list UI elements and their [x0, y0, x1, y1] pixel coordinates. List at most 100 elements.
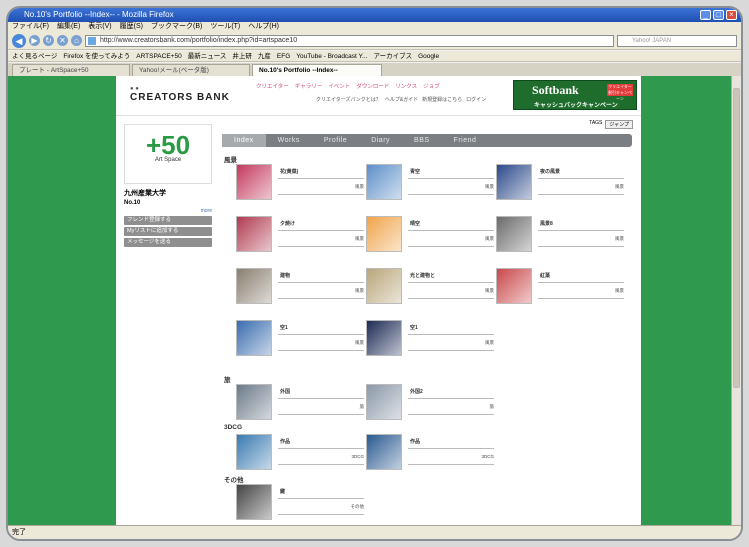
site-logo[interactable]: ● ● CREATORS BANK — [130, 86, 230, 103]
browser-tab[interactable]: プレート - ArtSpace+50 — [12, 64, 130, 76]
work-title[interactable]: 紅葉 — [540, 272, 550, 279]
subnav-help[interactable]: ヘルプ&ガイド — [385, 96, 418, 103]
tab-works[interactable]: Works — [266, 134, 312, 147]
bookmark-item[interactable]: YouTube - Broadcast Y... — [296, 51, 367, 61]
send-message-button[interactable]: メッセージを送る — [124, 238, 212, 247]
work-title[interactable]: 晴空 — [410, 220, 420, 227]
work-thumbnail[interactable] — [366, 216, 402, 252]
nav-event[interactable]: イベント — [328, 82, 350, 90]
browser-tab-active[interactable]: No.10's Portfolio --Index-- — [252, 64, 382, 76]
work-item[interactable]: 作品 3DCG — [366, 434, 494, 478]
work-thumbnail[interactable] — [496, 164, 532, 200]
work-title[interactable]: 風景8 — [540, 220, 553, 227]
nav-gallery[interactable]: ギャラリー — [295, 82, 323, 90]
back-icon[interactable]: ◀ — [12, 33, 26, 48]
nav-links[interactable]: リンクス — [395, 82, 417, 90]
url-input[interactable]: http://www.creatorsbank.com/portfolio/in… — [85, 34, 614, 47]
work-title[interactable]: 作品 — [410, 438, 420, 445]
add-friend-button[interactable]: フレンド登録する — [124, 216, 212, 225]
work-title[interactable]: 鍵 — [280, 488, 285, 495]
work-title[interactable]: 作品 — [280, 438, 290, 445]
vertical-scrollbar[interactable] — [731, 76, 741, 526]
work-thumbnail[interactable] — [236, 216, 272, 252]
tab-index[interactable]: Index — [222, 134, 266, 147]
bookmark-item[interactable]: Google — [418, 51, 439, 61]
work-title[interactable]: 空1 — [280, 324, 288, 331]
menu-bookmarks[interactable]: ブックマーク(B) — [151, 22, 202, 32]
subnav-about[interactable]: クリエイターズバンクとは？ — [316, 96, 381, 103]
bookmark-item[interactable]: 井上研 — [232, 51, 252, 61]
work-title[interactable]: 夕焼け — [280, 220, 295, 227]
subnav-register[interactable]: 新規登録はこちら — [422, 96, 462, 103]
add-mylist-button[interactable]: Myリストに追加する — [124, 227, 212, 236]
work-item[interactable]: 風景8 風景 — [496, 216, 624, 260]
nav-creator[interactable]: クリエイター — [256, 82, 289, 90]
work-item[interactable]: 紅葉 風景 — [496, 268, 624, 312]
work-item[interactable]: 青空 風景 — [366, 164, 494, 208]
work-thumbnail[interactable] — [496, 268, 532, 304]
work-item[interactable]: 鍵その他 — [236, 484, 364, 526]
work-title[interactable]: 夜の風景 — [540, 168, 560, 175]
work-item[interactable]: 夜の風景 風景 — [496, 164, 624, 208]
tab-friend[interactable]: Friend — [442, 134, 489, 147]
work-thumbnail[interactable] — [236, 320, 272, 356]
reload-icon[interactable]: ↻ — [43, 35, 54, 46]
work-thumbnail[interactable] — [236, 484, 272, 520]
work-thumbnail[interactable] — [366, 384, 402, 420]
work-title[interactable]: 建物 — [280, 272, 290, 279]
work-item[interactable]: 夕焼け 風景 — [236, 216, 364, 260]
work-thumbnail[interactable] — [236, 384, 272, 420]
work-thumbnail[interactable] — [366, 320, 402, 356]
menu-view[interactable]: 表示(V) — [88, 22, 111, 32]
work-thumbnail[interactable] — [236, 164, 272, 200]
bookmark-item[interactable]: よく見るページ — [12, 51, 57, 61]
bookmark-item[interactable]: EFG — [277, 51, 290, 61]
browser-tab[interactable]: Yahoo!メール(ベータ版) — [132, 64, 250, 76]
home-icon[interactable]: ⌂ — [71, 35, 82, 46]
bookmark-item[interactable]: Firefox を使ってみよう — [63, 51, 130, 61]
close-icon[interactable]: × — [726, 10, 737, 20]
bookmark-item[interactable]: 最新ニュース — [188, 51, 227, 61]
work-title[interactable]: 外国 — [280, 388, 290, 395]
work-item[interactable]: 外国旅 — [236, 384, 364, 428]
work-thumbnail[interactable] — [366, 434, 402, 470]
tab-bbs[interactable]: BBS — [402, 134, 442, 147]
work-item[interactable]: 光と建物と 風景 — [366, 268, 494, 312]
stop-icon[interactable]: ✕ — [57, 35, 68, 46]
minimize-icon[interactable]: _ — [700, 10, 711, 20]
tab-profile[interactable]: Profile — [312, 134, 359, 147]
forward-icon[interactable]: ▶ — [29, 35, 40, 46]
more-link[interactable]: more — [124, 208, 212, 214]
bookmark-item[interactable]: アーカイブス — [373, 51, 412, 61]
tab-diary[interactable]: Diary — [359, 134, 402, 147]
work-title[interactable]: 空1 — [410, 324, 418, 331]
work-thumbnail[interactable] — [236, 268, 272, 304]
work-thumbnail[interactable] — [236, 434, 272, 470]
work-item[interactable]: 晴空 風景 — [366, 216, 494, 260]
maximize-icon[interactable]: □ — [713, 10, 724, 20]
menu-file[interactable]: ファイル(F) — [12, 22, 49, 32]
work-item[interactable]: 作品 3DCG — [236, 434, 364, 478]
tags-link[interactable]: TAGS — [589, 120, 602, 129]
work-thumbnail[interactable] — [496, 216, 532, 252]
menu-help[interactable]: ヘルプ(H) — [248, 22, 279, 32]
subnav-login[interactable]: ログイン — [466, 96, 486, 103]
work-item[interactable]: 空1 風景 — [366, 320, 494, 364]
work-title[interactable]: 青空 — [410, 168, 420, 175]
work-title[interactable]: 花(黄菜) — [280, 168, 298, 175]
menu-history[interactable]: 履歴(S) — [120, 22, 143, 32]
menu-tools[interactable]: ツール(T) — [210, 22, 240, 32]
work-title[interactable]: 光と建物と — [410, 272, 435, 279]
work-title[interactable]: 外国2 — [410, 388, 423, 395]
work-item[interactable]: 花(黄菜) 風景 — [236, 164, 364, 208]
softbank-banner[interactable]: Softbank キャッシュバックキャンペーン クリエイター割引キャンペーン — [513, 80, 637, 110]
work-item[interactable]: 建物 風景 — [236, 268, 364, 312]
work-thumbnail[interactable] — [366, 268, 402, 304]
work-item[interactable]: 外国2 旅 — [366, 384, 494, 428]
jump-button[interactable]: ジャンプ — [605, 120, 633, 129]
work-item[interactable]: 空1 風景 — [236, 320, 364, 364]
bookmark-item[interactable]: ARTSPACE+50 — [136, 51, 181, 61]
work-thumbnail[interactable] — [366, 164, 402, 200]
menu-edit[interactable]: 編集(E) — [57, 22, 80, 32]
scrollbar-thumb[interactable] — [733, 88, 740, 388]
